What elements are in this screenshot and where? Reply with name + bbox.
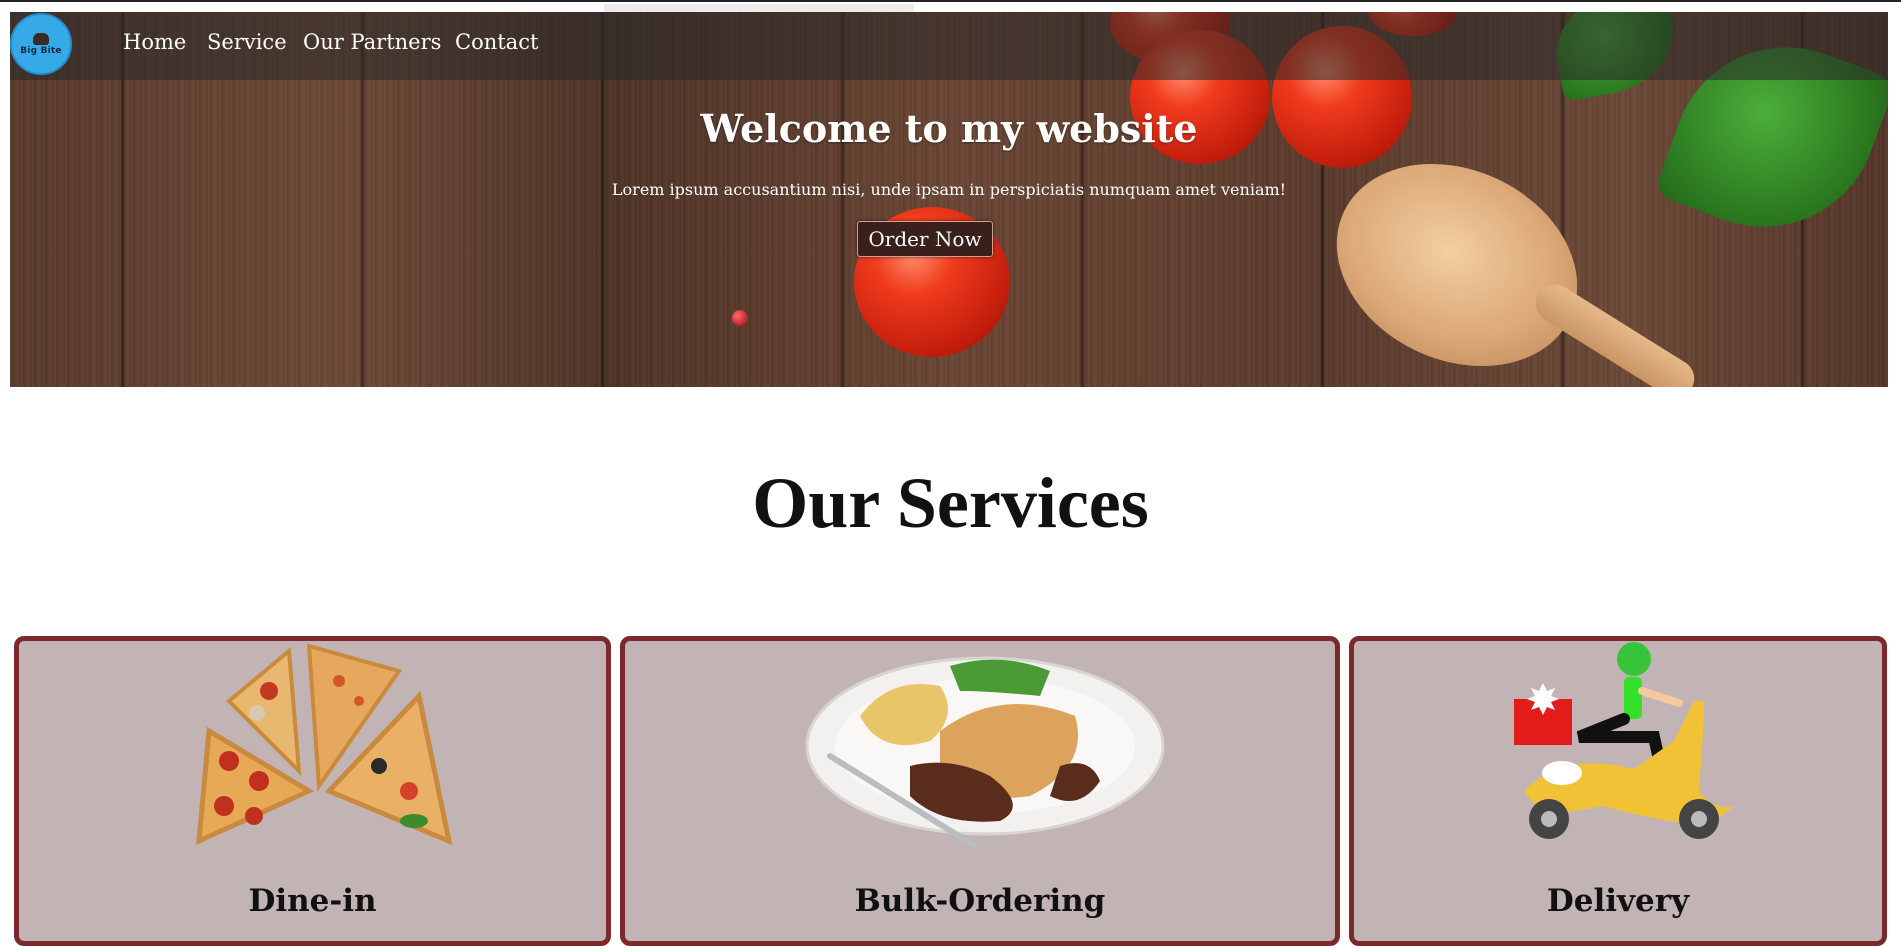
dinner-plate-icon <box>805 656 1165 849</box>
hero-title: Welcome to my website <box>700 106 1198 151</box>
hero-banner: Big Bite Home Service Our Partners Conta… <box>10 12 1888 387</box>
nav-link-our-partners[interactable]: Our Partners <box>303 30 441 54</box>
order-now-button[interactable]: Order Now <box>857 221 993 257</box>
pot-icon <box>33 32 49 45</box>
navbar: Big Bite Home Service Our Partners Conta… <box>10 12 1888 80</box>
service-card-bulk-ordering[interactable]: Bulk-Ordering <box>620 636 1340 946</box>
service-card-delivery[interactable]: Delivery <box>1349 636 1887 946</box>
service-card-title: Bulk-Ordering <box>854 883 1106 919</box>
nav-link-home[interactable]: Home <box>123 30 186 54</box>
nav-link-service[interactable]: Service <box>207 30 287 54</box>
nav-link-contact[interactable]: Contact <box>455 30 538 54</box>
service-card-title: Dine-in <box>248 883 377 919</box>
hero-subtitle: Lorem ipsum accusantium nisi, unde ipsam… <box>611 180 1287 199</box>
tab-ghost <box>604 4 914 12</box>
delivery-scooter-icon <box>1514 642 1734 839</box>
service-card-dine-in[interactable]: Dine-in <box>14 636 611 946</box>
brand-logo[interactable]: Big Bite <box>10 13 72 75</box>
pizza-slices-icon <box>196 643 453 846</box>
service-card-title: Delivery <box>1546 883 1690 919</box>
browser-top-strip <box>0 0 1901 12</box>
berry-image <box>732 310 748 326</box>
logo-text: Big Bite <box>20 45 62 56</box>
services-title: Our Services <box>752 463 1149 543</box>
